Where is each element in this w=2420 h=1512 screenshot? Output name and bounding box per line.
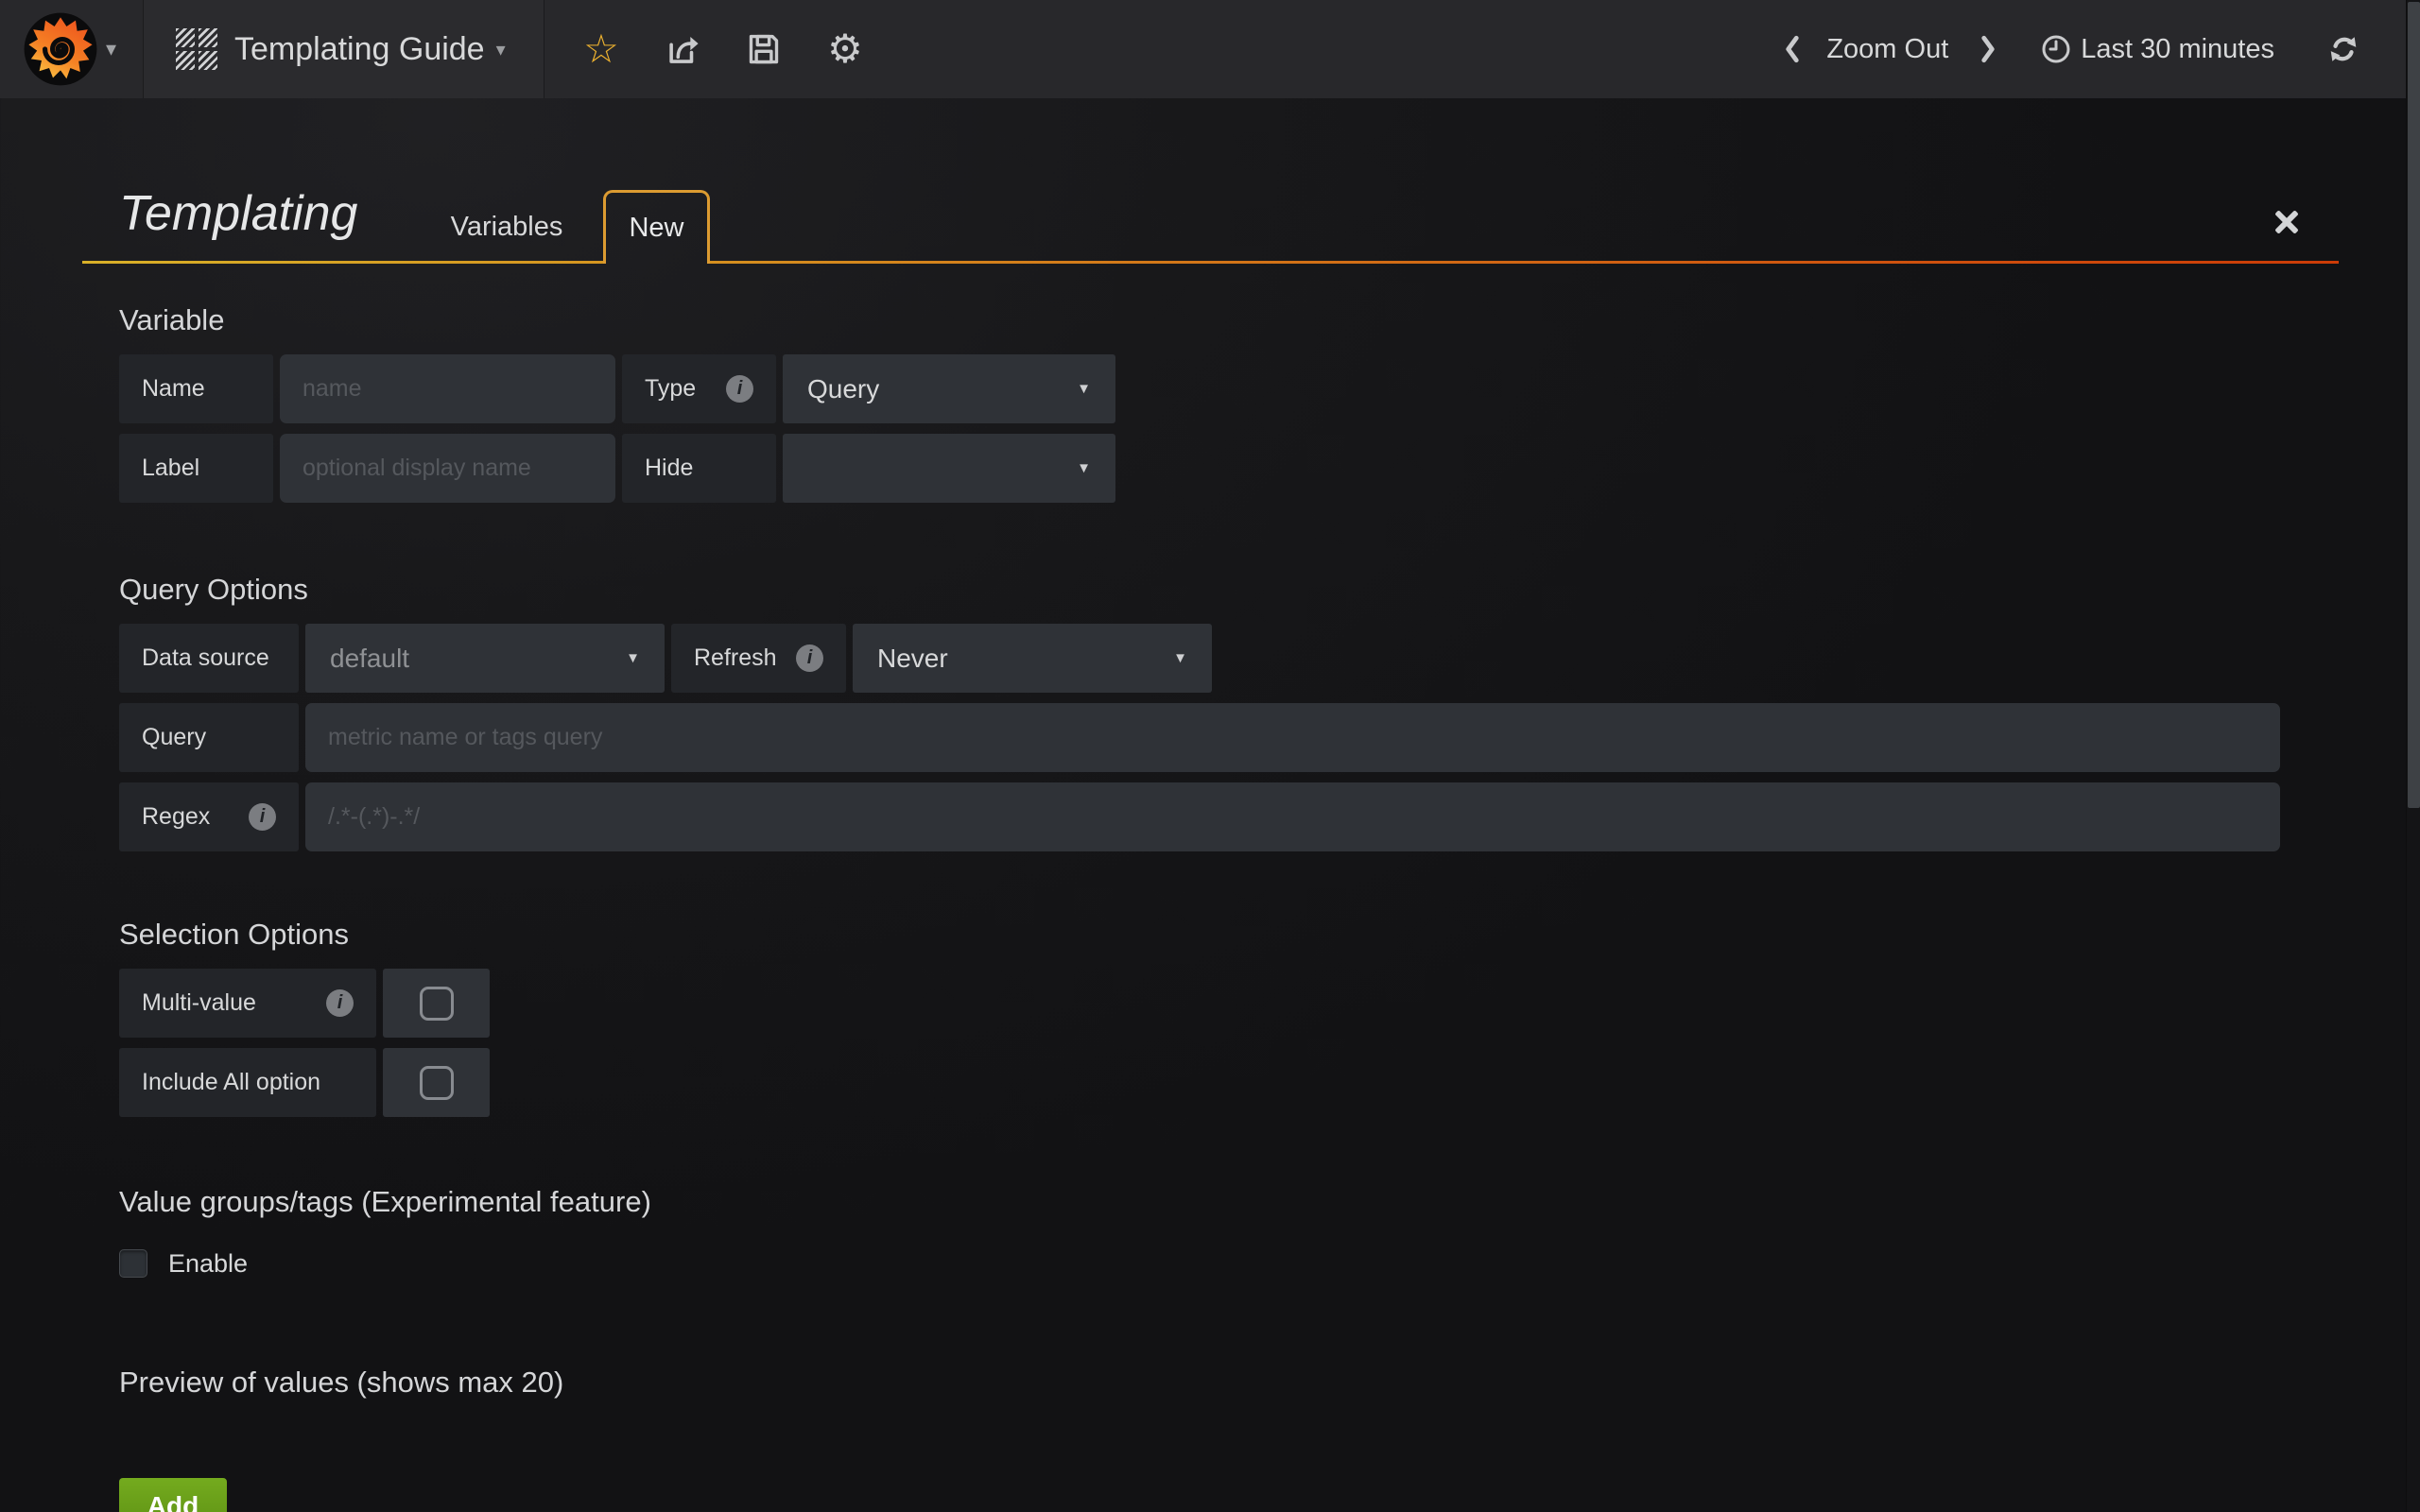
section-query-options: Query Options Data source default ▼ Refr… bbox=[119, 573, 2280, 851]
regex-row: Regex i bbox=[119, 782, 2280, 851]
enable-row: Enable bbox=[119, 1247, 2280, 1280]
variable-name-row: Name Type i Query ▼ bbox=[119, 354, 2280, 423]
refresh-info-icon[interactable]: i bbox=[796, 644, 823, 672]
gear-icon[interactable]: ⚙ bbox=[826, 30, 864, 68]
include-all-row: Include All option bbox=[119, 1048, 2280, 1117]
share-icon[interactable] bbox=[664, 30, 701, 68]
tab-underline-left bbox=[82, 261, 606, 264]
dashboard-actions: ☆ ⚙ bbox=[544, 0, 864, 98]
clock-icon[interactable] bbox=[2041, 34, 2071, 64]
star-icon[interactable]: ☆ bbox=[582, 30, 620, 68]
zoom-out-button[interactable]: Zoom Out bbox=[1826, 34, 1948, 65]
enable-label: Enable bbox=[168, 1249, 248, 1279]
regex-info-icon[interactable]: i bbox=[249, 803, 276, 831]
section-heading-query-options: Query Options bbox=[119, 573, 2280, 607]
include-all-checkbox[interactable] bbox=[383, 1048, 490, 1117]
dashboard-grid-icon bbox=[176, 28, 217, 70]
include-all-label: Include All option bbox=[119, 1048, 376, 1117]
section-heading-preview: Preview of values (shows max 20) bbox=[119, 1366, 2280, 1400]
name-input[interactable] bbox=[280, 354, 615, 423]
multi-value-row: Multi-value i bbox=[119, 969, 2280, 1038]
enable-checkbox[interactable] bbox=[119, 1249, 147, 1278]
multi-value-checkbox[interactable] bbox=[383, 969, 490, 1038]
time-forward-chevron-icon[interactable] bbox=[1979, 34, 1997, 64]
section-heading-selection-options: Selection Options bbox=[119, 918, 2280, 952]
scrollbar-thumb[interactable] bbox=[2408, 2, 2420, 808]
variable-label-row: Label Hide ▼ bbox=[119, 434, 2280, 503]
grafana-logo-menu[interactable]: ▾ bbox=[0, 0, 144, 98]
caret-down-icon: ▼ bbox=[1077, 381, 1091, 397]
datasource-label: Data source bbox=[119, 624, 299, 693]
section-heading-value-groups: Value groups/tags (Experimental feature) bbox=[119, 1185, 2280, 1219]
close-icon[interactable] bbox=[2271, 206, 2303, 238]
checkbox-box bbox=[420, 1066, 454, 1100]
time-range-picker[interactable]: Last 30 minutes bbox=[2081, 34, 2274, 65]
time-back-chevron-icon[interactable] bbox=[1783, 34, 1802, 64]
hide-label: Hide bbox=[622, 434, 776, 503]
regex-label: Regex i bbox=[119, 782, 299, 851]
top-navbar: ▾ Templating Guide ▾ ☆ ⚙ Zoom Out bbox=[0, 0, 2420, 98]
regex-input[interactable] bbox=[305, 782, 2280, 851]
section-selection-options: Selection Options Multi-value i Include … bbox=[119, 918, 2280, 1117]
multi-value-label: Multi-value i bbox=[119, 969, 376, 1038]
caret-down-icon: ▼ bbox=[1173, 650, 1187, 666]
name-label: Name bbox=[119, 354, 273, 423]
checkbox-box bbox=[420, 987, 454, 1021]
type-label: Type i bbox=[622, 354, 776, 423]
dashboard-title-dropdown[interactable]: Templating Guide ▾ bbox=[144, 0, 544, 98]
type-select[interactable]: Query ▼ bbox=[783, 354, 1115, 423]
tab-new[interactable]: New bbox=[603, 190, 710, 264]
query-label: Query bbox=[119, 703, 299, 772]
time-controls: Zoom Out Last 30 minutes bbox=[1783, 0, 2360, 98]
section-heading-variable: Variable bbox=[119, 303, 2280, 337]
title-caret-icon: ▾ bbox=[496, 38, 506, 61]
add-button[interactable]: Add bbox=[119, 1478, 227, 1512]
datasource-row: Data source default ▼ Refresh i Never ▼ bbox=[119, 624, 2280, 693]
type-info-icon[interactable]: i bbox=[726, 375, 753, 403]
label-input[interactable] bbox=[280, 434, 615, 503]
tab-variables[interactable]: Variables bbox=[431, 212, 582, 243]
refresh-icon[interactable] bbox=[2327, 33, 2360, 65]
hide-select[interactable]: ▼ bbox=[783, 434, 1115, 503]
tab-underline-right bbox=[710, 261, 2339, 264]
templating-header: Templating Variables New bbox=[82, 98, 2339, 264]
multi-value-info-icon[interactable]: i bbox=[326, 989, 354, 1017]
save-icon[interactable] bbox=[745, 30, 783, 68]
grafana-logo-icon bbox=[23, 11, 98, 87]
section-value-groups: Value groups/tags (Experimental feature)… bbox=[119, 1185, 2280, 1280]
section-preview: Preview of values (shows max 20) bbox=[119, 1366, 2280, 1400]
refresh-label: Refresh i bbox=[671, 624, 846, 693]
label-label: Label bbox=[119, 434, 273, 503]
logo-caret-icon: ▾ bbox=[106, 37, 116, 61]
templating-form: Variable Name Type i Query ▼ Label Hide bbox=[119, 303, 2280, 1512]
refresh-select[interactable]: Never ▼ bbox=[853, 624, 1212, 693]
query-row: Query bbox=[119, 703, 2280, 772]
query-input[interactable] bbox=[305, 703, 2280, 772]
section-variable: Variable Name Type i Query ▼ Label Hide bbox=[119, 303, 2280, 503]
page-title: Templating bbox=[119, 185, 357, 242]
dashboard-title: Templating Guide bbox=[234, 31, 485, 68]
caret-down-icon: ▼ bbox=[626, 650, 640, 666]
page-scrollbar[interactable] bbox=[2406, 0, 2420, 1512]
caret-down-icon: ▼ bbox=[1077, 460, 1091, 476]
datasource-select[interactable]: default ▼ bbox=[305, 624, 665, 693]
